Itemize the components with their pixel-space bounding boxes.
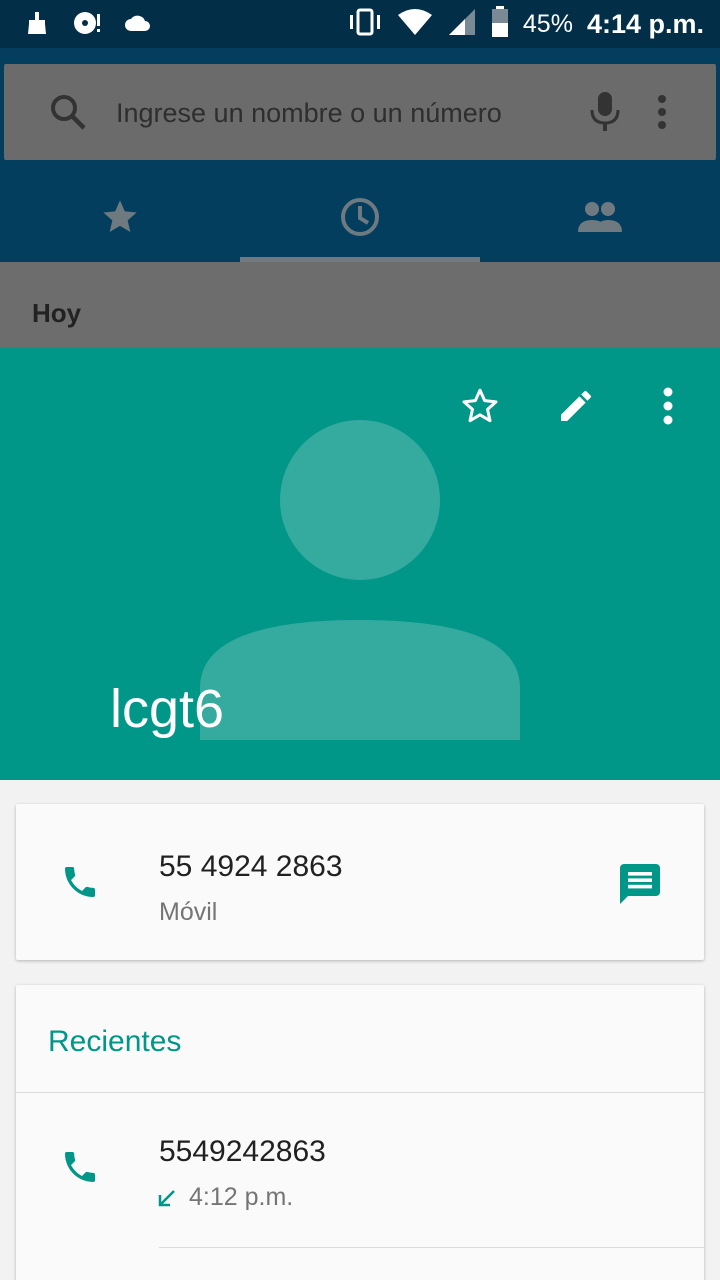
dialer-tabs [0, 176, 720, 262]
star-outline-icon [460, 386, 500, 431]
recent-call-number: 5549242863 [159, 1135, 326, 1168]
favorite-button[interactable] [452, 380, 508, 436]
contact-header: lcgt6 [0, 348, 720, 780]
phone-icon [60, 862, 100, 907]
tab-contacts[interactable] [480, 176, 720, 262]
list-item[interactable]: 5549242863 4:12 p.m. [16, 1093, 704, 1248]
divider [159, 1247, 704, 1248]
clock-time: 4:14 p.m. [586, 9, 704, 39]
phone-number-card: 55 4924 2863 Móvil [16, 804, 704, 960]
overflow-menu-icon [662, 386, 674, 431]
pencil-icon [556, 386, 596, 431]
battery-percent: 45% [522, 10, 573, 38]
media-icon [72, 10, 102, 41]
search-input[interactable]: Ingrese un nombre o un número [116, 98, 502, 129]
cloud-icon [124, 13, 150, 38]
signal-icon [447, 7, 477, 42]
section-header-label: Hoy [32, 298, 82, 328]
people-icon [576, 200, 624, 239]
contact-menu-button[interactable] [640, 380, 696, 436]
recent-call-time: 4:12 p.m. [189, 1183, 294, 1211]
call-number-row[interactable]: 55 4924 2863 Móvil [16, 804, 596, 960]
wifi-icon [397, 8, 433, 41]
edit-contact-button[interactable] [548, 380, 604, 436]
search-bar[interactable]: Ingrese un nombre o un número [4, 64, 716, 160]
cleaner-icon [24, 10, 50, 41]
phone-number: 55 4924 2863 [159, 850, 343, 883]
battery-icon [491, 6, 509, 43]
call-log-section-header: Hoy [0, 262, 720, 348]
mic-icon[interactable] [588, 90, 622, 139]
vibrate-icon [347, 7, 383, 42]
overflow-menu-icon[interactable] [656, 94, 668, 135]
search-icon [48, 92, 88, 137]
message-button[interactable] [616, 860, 664, 913]
contact-name: lcgt6 [110, 679, 225, 739]
incoming-call-arrow-icon [157, 1188, 177, 1213]
status-bar: 45% 4:14 p.m. [0, 0, 720, 48]
clock-icon [339, 196, 381, 243]
tab-favorites[interactable] [0, 176, 240, 262]
phone-icon [60, 1147, 100, 1192]
star-icon [100, 197, 140, 242]
recents-card: Recientes 5549242863 4:12 p.m. [16, 985, 704, 1280]
tab-recents[interactable] [240, 176, 480, 262]
phone-type: Móvil [159, 898, 218, 926]
recents-title: Recientes [48, 1025, 182, 1058]
contact-avatar-placeholder [200, 420, 520, 740]
